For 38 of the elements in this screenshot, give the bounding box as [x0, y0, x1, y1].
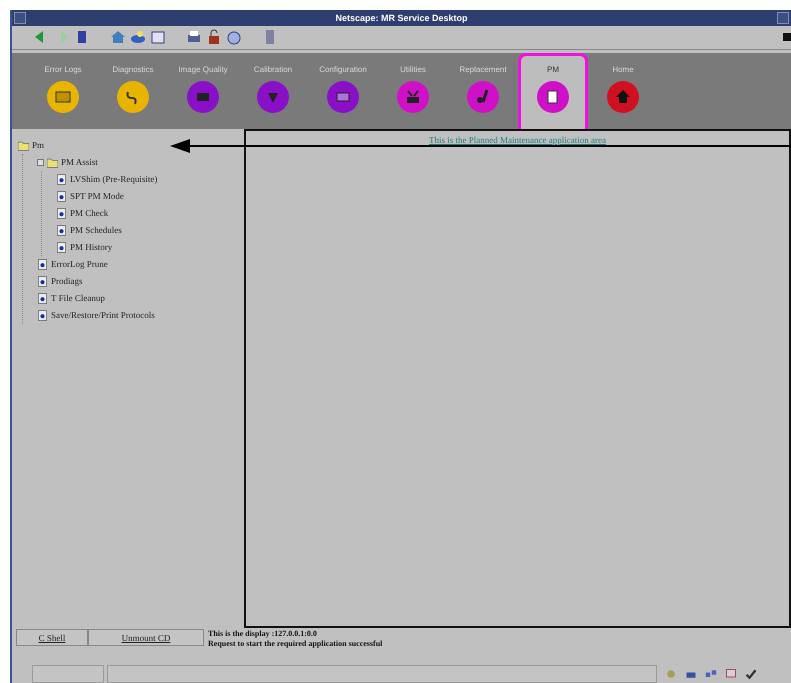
tree-item[interactable]: Save/Restore/Print Protocols — [51, 310, 155, 320]
application-area-heading: This is the Planned Maintenance application area — [429, 134, 606, 145]
home-icon[interactable] — [110, 29, 126, 46]
image-icon[interactable] — [150, 29, 166, 46]
document-icon — [56, 190, 67, 202]
tree-item[interactable]: T File Cleanup — [51, 293, 105, 304]
document-icon — [37, 276, 48, 287]
network-icon[interactable] — [704, 668, 718, 680]
document-icon — [56, 242, 67, 253]
window-menu-button[interactable] — [14, 12, 26, 24]
window-title: Netscape: MR Service Desktop — [334, 12, 469, 23]
folder-icon — [47, 156, 58, 168]
document-icon — [37, 292, 48, 304]
status-message: Request to start the required application successful — [208, 639, 382, 650]
status-message: This is the display :127.0.0.1:0.0 — [208, 629, 318, 640]
document-icon — [56, 174, 67, 185]
tree-item[interactable]: ErrorLog Prune — [51, 259, 108, 270]
tree-item[interactable]: PM Check — [70, 208, 108, 218]
document-icon — [56, 224, 67, 236]
tree-item[interactable]: LVShim (Pre-Requisite) — [70, 174, 158, 184]
monitor-icon[interactable] — [724, 668, 738, 680]
tree-item[interactable]: SPT PM Mode — [70, 191, 124, 202]
collapse-toggle[interactable] — [37, 158, 44, 166]
tree-item[interactable]: PM Schedules — [70, 225, 122, 236]
folder-icon — [18, 140, 29, 151]
tree-item[interactable]: PM Assist — [61, 157, 98, 168]
tab[interactable]: PM — [518, 52, 588, 129]
check-icon[interactable] — [744, 668, 758, 680]
document-icon — [56, 208, 67, 219]
minimize-button[interactable] — [777, 12, 789, 24]
tree-item[interactable]: Prodiags — [51, 276, 82, 286]
tree-item[interactable]: PM History — [70, 242, 112, 252]
lock-icon[interactable] — [206, 29, 222, 46]
action-button[interactable]: Unmount CD — [88, 629, 204, 646]
action-button[interactable]: C Shell — [16, 629, 88, 646]
document-icon — [37, 258, 48, 270]
document-icon — [37, 310, 48, 321]
tree-item[interactable]: Pm — [32, 140, 44, 150]
